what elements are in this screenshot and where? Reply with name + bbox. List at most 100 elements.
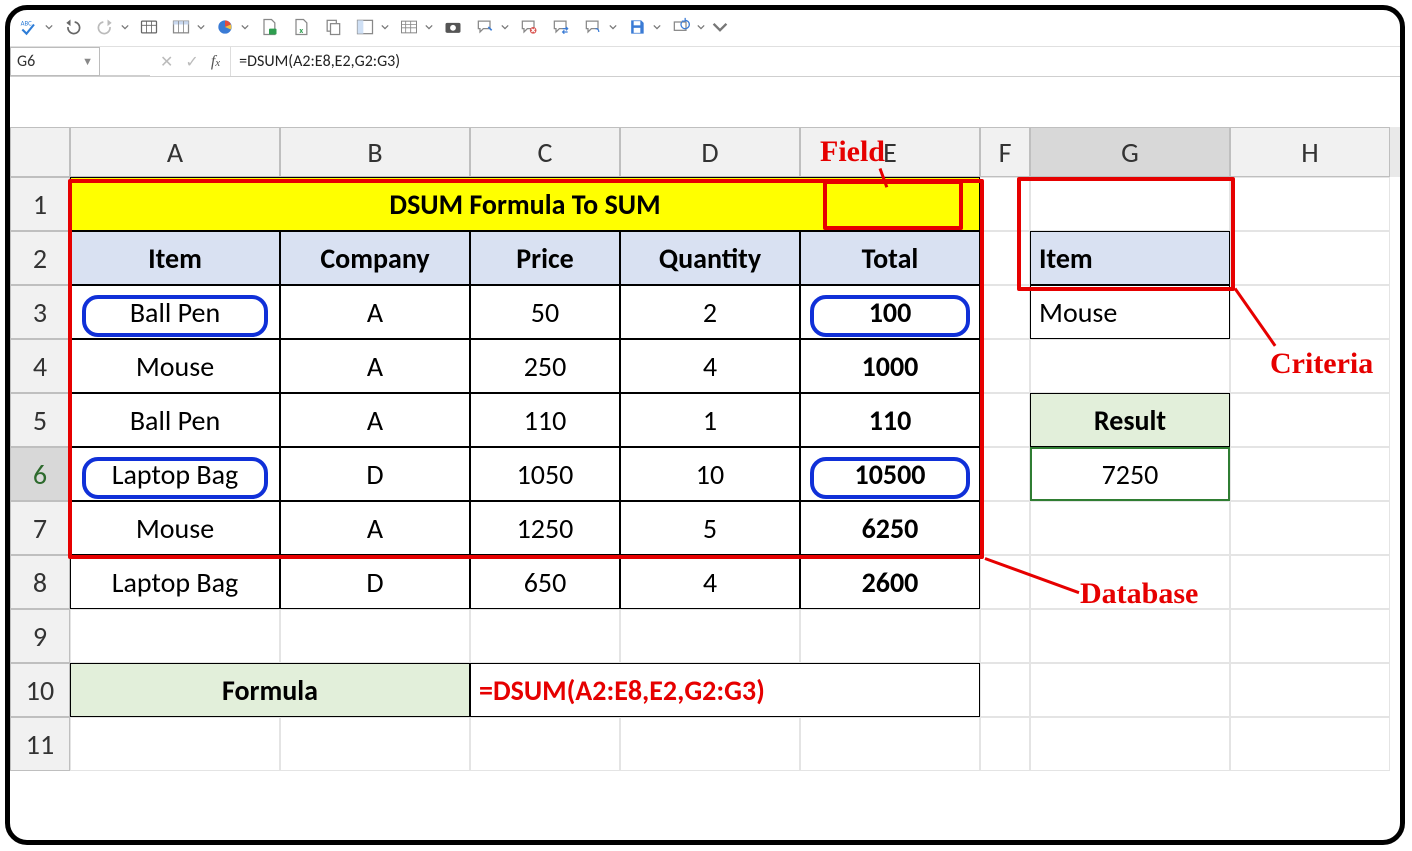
accept-icon[interactable]: ✓	[185, 52, 198, 72]
cell[interactable]	[980, 717, 1030, 771]
cell[interactable]	[620, 609, 800, 663]
dropdown-icon[interactable]	[240, 23, 250, 31]
col-header[interactable]: F	[980, 127, 1030, 177]
excel-file-icon[interactable]: x	[288, 14, 314, 40]
row-header[interactable]: 3	[10, 285, 70, 339]
undo-icon[interactable]	[60, 14, 86, 40]
cell[interactable]: 110	[470, 393, 620, 447]
save-icon[interactable]	[624, 14, 650, 40]
cell[interactable]	[280, 717, 470, 771]
cell[interactable]: Ball Pen	[70, 285, 280, 339]
cell[interactable]: 10	[620, 447, 800, 501]
cell[interactable]	[980, 555, 1030, 609]
row-header[interactable]: 4	[10, 339, 70, 393]
cell[interactable]	[1230, 393, 1390, 447]
comment-swap-icon[interactable]	[548, 14, 574, 40]
cell[interactable]	[980, 609, 1030, 663]
col-header[interactable]: C	[470, 127, 620, 177]
copy-icon[interactable]	[320, 14, 346, 40]
comment-icon[interactable]	[472, 14, 498, 40]
cell[interactable]: 2600	[800, 555, 980, 609]
cell[interactable]	[980, 177, 1030, 231]
cell[interactable]: 1	[620, 393, 800, 447]
pie-chart-icon[interactable]	[212, 14, 238, 40]
cell[interactable]: 650	[470, 555, 620, 609]
row-header[interactable]: 6	[10, 447, 70, 501]
cell[interactable]: Mouse	[70, 339, 280, 393]
row-header[interactable]: 8	[10, 555, 70, 609]
result-label[interactable]: Result	[1030, 393, 1230, 447]
layout-icon[interactable]	[352, 14, 378, 40]
formula-input[interactable]: =DSUM(A2:E8,E2,G2:G3)	[230, 47, 1400, 76]
document-icon[interactable]	[256, 14, 282, 40]
cell[interactable]	[980, 339, 1030, 393]
cell[interactable]: 4	[620, 339, 800, 393]
select-all-corner[interactable]	[10, 127, 70, 177]
cell[interactable]	[70, 717, 280, 771]
cell[interactable]	[470, 609, 620, 663]
refresh-icon[interactable]	[668, 14, 694, 40]
camera-icon[interactable]	[440, 14, 466, 40]
dropdown-icon[interactable]	[380, 23, 390, 31]
cell[interactable]	[280, 609, 470, 663]
cell[interactable]: 250	[470, 339, 620, 393]
cell[interactable]: 4	[620, 555, 800, 609]
cell[interactable]: Ball Pen	[70, 393, 280, 447]
redo-icon[interactable]	[92, 14, 118, 40]
dropdown-icon[interactable]: ▼	[82, 55, 93, 68]
cell[interactable]: A	[280, 339, 470, 393]
row-header[interactable]: 1	[10, 177, 70, 231]
cell[interactable]	[800, 717, 980, 771]
col-header[interactable]: H	[1230, 127, 1390, 177]
cell[interactable]	[1030, 717, 1230, 771]
overflow-icon[interactable]	[712, 14, 728, 40]
dropdown-icon[interactable]	[424, 23, 434, 31]
spreadsheet-icon[interactable]	[168, 14, 194, 40]
cell[interactable]: Quantity	[620, 231, 800, 285]
cell[interactable]: A	[280, 285, 470, 339]
cell[interactable]: 2	[620, 285, 800, 339]
cell[interactable]: 1050	[470, 447, 620, 501]
row-header[interactable]: 11	[10, 717, 70, 771]
cell[interactable]	[1230, 177, 1390, 231]
cell[interactable]: 1000	[800, 339, 980, 393]
dropdown-icon[interactable]	[44, 23, 54, 31]
cell[interactable]: 100	[800, 285, 980, 339]
cell[interactable]	[1230, 447, 1390, 501]
cell[interactable]: 50	[470, 285, 620, 339]
row-header[interactable]: 5	[10, 393, 70, 447]
cell[interactable]	[1230, 285, 1390, 339]
formula-label-cell[interactable]: Formula	[70, 663, 470, 717]
cell[interactable]: Company	[280, 231, 470, 285]
cell[interactable]	[980, 285, 1030, 339]
cell[interactable]	[980, 663, 1030, 717]
row-header[interactable]: 2	[10, 231, 70, 285]
cell[interactable]: Mouse	[70, 501, 280, 555]
cell[interactable]	[1030, 609, 1230, 663]
cell[interactable]: D	[280, 555, 470, 609]
dropdown-icon[interactable]	[196, 23, 206, 31]
cell[interactable]	[1030, 177, 1230, 231]
cell[interactable]: Total	[800, 231, 980, 285]
cell[interactable]	[620, 717, 800, 771]
cell[interactable]	[1230, 555, 1390, 609]
table-icon[interactable]	[136, 14, 162, 40]
spellcheck-icon[interactable]: ABC	[16, 14, 42, 40]
col-header[interactable]: A	[70, 127, 280, 177]
dropdown-icon[interactable]	[608, 23, 618, 31]
title-cell[interactable]: DSUM Formula To SUM	[70, 177, 980, 231]
criteria-value[interactable]: Mouse	[1030, 285, 1230, 339]
cell[interactable]: Item	[70, 231, 280, 285]
dropdown-icon[interactable]	[652, 23, 662, 31]
cell[interactable]	[1030, 555, 1230, 609]
cell[interactable]	[1230, 339, 1390, 393]
cancel-icon[interactable]: ✕	[160, 52, 173, 72]
cell[interactable]	[800, 609, 980, 663]
cell[interactable]: Laptop Bag	[70, 447, 280, 501]
col-header[interactable]: B	[280, 127, 470, 177]
cell[interactable]	[1030, 339, 1230, 393]
cell[interactable]	[1230, 663, 1390, 717]
dropdown-icon[interactable]	[120, 23, 130, 31]
grid-icon[interactable]	[396, 14, 422, 40]
cell[interactable]	[1030, 663, 1230, 717]
